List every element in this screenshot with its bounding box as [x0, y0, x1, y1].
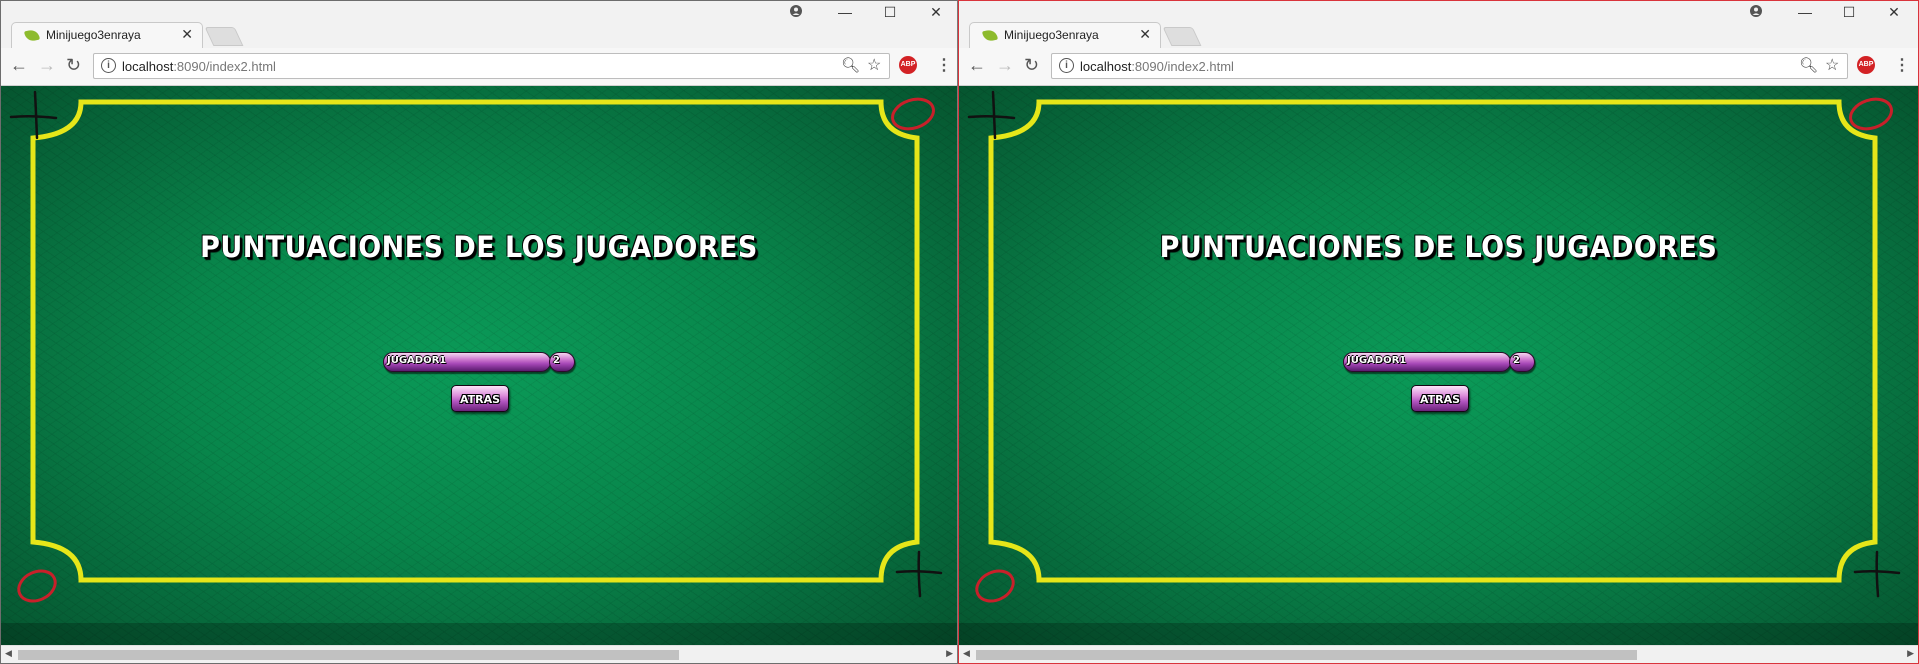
scroll-left-icon[interactable]: ◀ — [963, 648, 970, 659]
scrollbar-thumb[interactable] — [18, 650, 679, 660]
menu-icon[interactable]: ⋮ — [1894, 55, 1910, 75]
circle-mark-bottom-left — [975, 569, 1015, 603]
adblock-icon[interactable]: ABP — [899, 56, 917, 74]
back-button[interactable]: ATRAS — [451, 385, 509, 412]
page-title: PUNTUACIONES DE LOS JUGADORES — [200, 230, 758, 264]
minimize-icon[interactable]: — — [825, 4, 865, 20]
cross-mark-bottom-right — [895, 550, 943, 598]
horizontal-scrollbar[interactable]: ◀ ▶ — [1, 645, 957, 663]
url-text: localhost:8090/index2.html — [1080, 59, 1234, 74]
leaf-favicon-icon — [982, 28, 998, 43]
url-text: localhost:8090/index2.html — [122, 59, 276, 74]
cross-mark-bottom-right — [1853, 550, 1901, 598]
scrollbar-thumb[interactable] — [976, 650, 1637, 660]
page-content: PUNTUACIONES DE LOS JUGADORES JUGADOR1 2… — [1, 86, 957, 647]
scroll-right-icon[interactable]: ▶ — [1907, 648, 1914, 659]
tab-title: Minijuego3enraya — [1004, 28, 1099, 42]
forward-arrow-icon[interactable]: → — [996, 55, 1014, 76]
player-score-field: 2 — [549, 352, 575, 372]
address-bar[interactable]: i localhost:8090/index2.html 🔍︎ ☆ — [1051, 53, 1848, 79]
zoom-icon[interactable]: 🔍︎ — [1799, 56, 1818, 74]
browser-window-right: Minijuego3enraya ✕ — ☐ ✕ ← → ↻ i localho… — [958, 0, 1919, 664]
account-icon[interactable] — [776, 4, 816, 20]
reload-icon[interactable]: ↻ — [1024, 55, 1039, 76]
circle-mark-top-right — [891, 97, 935, 131]
page-content: PUNTUACIONES DE LOS JUGADORES JUGADOR1 2… — [959, 86, 1918, 647]
page-title: PUNTUACIONES DE LOS JUGADORES — [1159, 230, 1718, 264]
cross-mark-top-left — [9, 90, 58, 140]
reload-icon[interactable]: ↻ — [66, 55, 81, 76]
tab-title: Minijuego3enraya — [46, 28, 141, 42]
menu-icon[interactable]: ⋮ — [936, 55, 952, 75]
circle-mark-top-right — [1849, 97, 1893, 131]
scroll-right-icon[interactable]: ▶ — [946, 648, 953, 659]
scroll-left-icon[interactable]: ◀ — [5, 648, 12, 659]
browser-window-left: Minijuego3enraya ✕ — ☐ ✕ ← → ↻ i localho… — [0, 0, 958, 664]
forward-arrow-icon[interactable]: → — [38, 55, 56, 76]
new-tab-button[interactable] — [204, 27, 244, 46]
close-icon[interactable]: ✕ — [181, 26, 193, 43]
player-name-field: JUGADOR1 — [1343, 352, 1511, 372]
zoom-icon[interactable]: 🔍︎ — [841, 56, 860, 74]
player-name-field: JUGADOR1 — [383, 352, 551, 372]
browser-tab[interactable]: Minijuego3enraya ✕ — [969, 22, 1161, 49]
circle-mark-bottom-left — [17, 569, 57, 603]
new-tab-button[interactable] — [1162, 27, 1202, 46]
star-icon[interactable]: ☆ — [1825, 55, 1839, 75]
info-icon[interactable]: i — [101, 58, 116, 73]
title-bar: Minijuego3enraya ✕ — ☐ ✕ — [1, 1, 957, 49]
adblock-icon[interactable]: ABP — [1857, 56, 1875, 74]
close-icon[interactable]: ✕ — [1139, 26, 1151, 43]
back-button[interactable]: ATRAS — [1411, 385, 1469, 412]
maximize-icon[interactable]: ☐ — [1829, 4, 1869, 21]
cross-mark-top-left — [967, 90, 1016, 140]
maximize-icon[interactable]: ☐ — [870, 4, 910, 21]
minimize-icon[interactable]: — — [1785, 4, 1825, 20]
browser-toolbar: ← → ↻ i localhost:8090/index2.html 🔍︎ ☆ … — [1, 48, 957, 86]
account-icon[interactable] — [1736, 4, 1776, 20]
horizontal-scrollbar[interactable]: ◀ ▶ — [959, 645, 1918, 663]
title-bar: Minijuego3enraya ✕ — ☐ ✕ — [959, 1, 1918, 49]
back-arrow-icon[interactable]: ← — [10, 55, 28, 76]
close-window-icon[interactable]: ✕ — [1874, 4, 1914, 21]
star-icon[interactable]: ☆ — [867, 55, 881, 75]
info-icon[interactable]: i — [1059, 58, 1074, 73]
browser-toolbar: ← → ↻ i localhost:8090/index2.html 🔍︎ ☆ … — [959, 48, 1918, 86]
leaf-favicon-icon — [24, 28, 40, 43]
back-arrow-icon[interactable]: ← — [968, 55, 986, 76]
close-window-icon[interactable]: ✕ — [916, 4, 956, 21]
player-score-field: 2 — [1509, 352, 1535, 372]
address-bar[interactable]: i localhost:8090/index2.html 🔍︎ ☆ — [93, 53, 890, 79]
browser-tab[interactable]: Minijuego3enraya ✕ — [11, 22, 203, 49]
